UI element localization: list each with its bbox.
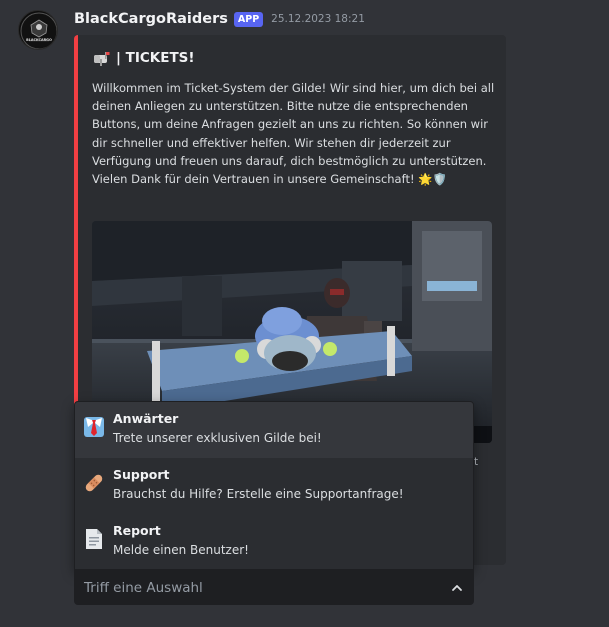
embed-description: Willkommen im Ticket-System der Gilde! W… <box>92 81 495 187</box>
option-report[interactable]: Report Melde einen Benutzer! <box>75 514 473 569</box>
option-description: Trete unserer exklusiven Gilde bei! <box>113 431 322 445</box>
document-icon <box>86 529 102 549</box>
embed-footer-fragment: t <box>474 456 479 468</box>
avatar-text: BLACKCARGO <box>26 38 52 42</box>
necktie-icon <box>84 417 104 437</box>
select-menu-options: Anwärter Trete unserer exklusiven Gilde … <box>74 401 474 570</box>
timestamp: 25.12.2023 18:21 <box>271 13 365 25</box>
embed-title: | TICKETS! <box>92 50 195 66</box>
avatar[interactable]: BLACKCARGO <box>18 10 58 50</box>
option-anwaerter[interactable]: Anwärter Trete unserer exklusiven Gilde … <box>75 402 473 458</box>
option-label: Support <box>113 467 170 482</box>
username[interactable]: BlackCargoRaiders <box>74 11 228 27</box>
guild-logo-icon: BLACKCARGO <box>20 12 57 49</box>
option-support[interactable]: Support Brauchst du Hilfe? Erstelle eine… <box>75 458 473 514</box>
select-menu[interactable]: Triff eine Auswahl <box>74 570 474 605</box>
option-label: Report <box>113 523 161 538</box>
option-description: Melde einen Benutzer! <box>113 543 249 557</box>
bandage-icon <box>85 474 103 492</box>
mailbox-icon <box>94 52 110 66</box>
option-label: Anwärter <box>113 411 179 426</box>
app-badge: APP <box>233 11 264 27</box>
select-placeholder: Triff eine Auswahl <box>84 579 203 596</box>
option-description: Brauchst du Hilfe? Erstelle eine Support… <box>113 487 404 501</box>
chevron-up-icon[interactable] <box>450 581 464 595</box>
message-header: BlackCargoRaiders APP 25.12.2023 18:21 <box>74 11 365 27</box>
embed-title-text: | TICKETS! <box>116 50 195 66</box>
